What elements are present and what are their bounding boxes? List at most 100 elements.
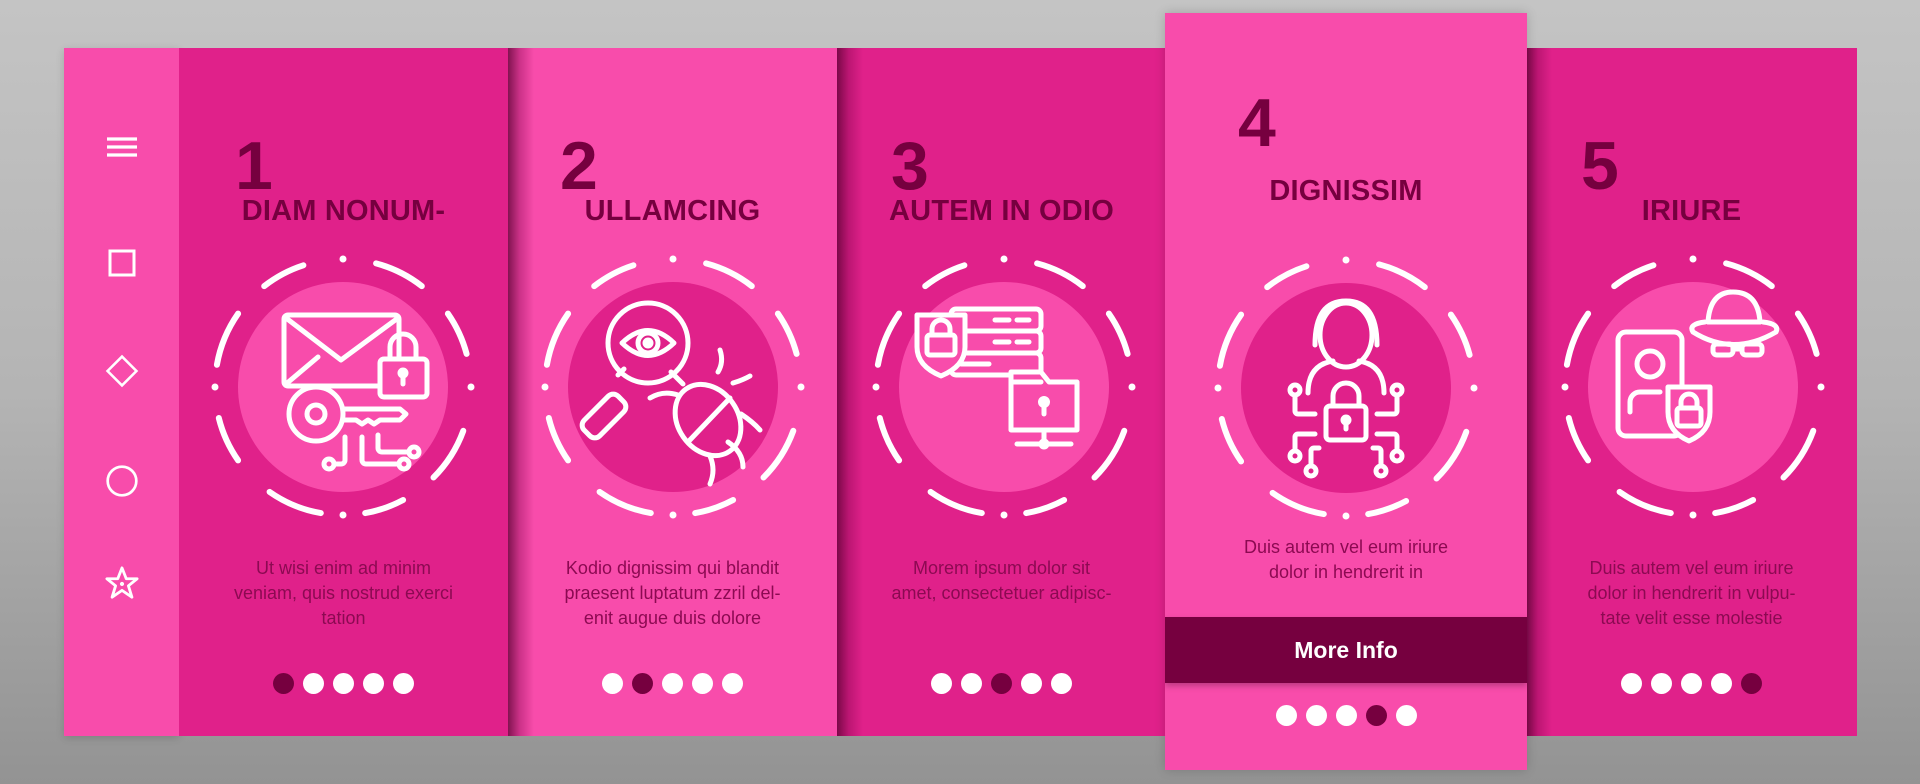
pagination-dot[interactable] <box>1711 673 1732 694</box>
pagination-dots <box>1526 673 1857 694</box>
ring-dash <box>215 415 242 464</box>
ring-dot <box>339 511 347 519</box>
ring-dot <box>1817 383 1825 391</box>
ring-dash <box>543 310 572 368</box>
pagination-dot[interactable] <box>333 673 354 694</box>
pagination-dot[interactable] <box>1275 705 1297 726</box>
circle-icon[interactable] <box>105 464 139 498</box>
description-line: praesent luptatum zzril del- <box>564 583 781 603</box>
ring-dash <box>703 260 755 290</box>
description-line: tate velit esse molestie <box>1600 608 1783 628</box>
pagination-dot[interactable] <box>692 673 713 694</box>
pagination-dot-active[interactable] <box>1741 673 1762 694</box>
pagination-dot[interactable] <box>1395 705 1417 726</box>
description-line: veniam, quis nostrud exerci <box>233 583 454 603</box>
ring-dash <box>1723 260 1775 290</box>
description-line: tation <box>321 608 366 628</box>
step-number: 3 <box>891 128 929 204</box>
diamond-icon[interactable] <box>105 354 139 388</box>
onboarding-screen-4: 4 DIGNISSIM Duis autem vel eum iriure do… <box>1165 13 1527 770</box>
pagination-dot[interactable] <box>1021 673 1042 694</box>
pagination-dot-active[interactable] <box>273 673 294 694</box>
pagination-dots <box>837 673 1166 694</box>
ring-dot <box>1000 255 1008 263</box>
pagination-dot[interactable] <box>1051 673 1072 694</box>
pagination-dot[interactable] <box>393 673 414 694</box>
pagination-dot[interactable] <box>722 673 743 694</box>
square-icon[interactable] <box>105 246 139 280</box>
pagination-dot[interactable] <box>1335 705 1357 726</box>
description-line: Ut wisi enim ad minim <box>255 558 432 578</box>
screen-title: AUTEM IN ODIO <box>889 195 1114 227</box>
ring-dash <box>1218 416 1245 465</box>
ring-dash <box>1091 427 1128 481</box>
ring-dash <box>430 427 467 481</box>
onboarding-screen-2: 2 ULLAMCING Kodio dignissim qui blandit … <box>508 48 837 736</box>
ring-dash <box>1611 262 1657 290</box>
ring-dash <box>1447 311 1473 358</box>
pagination-dot-active[interactable] <box>1365 705 1387 726</box>
ring-dash <box>922 262 968 290</box>
pagination-dot[interactable] <box>602 673 623 694</box>
description-line: Duis autem vel eum iriure <box>1243 537 1449 557</box>
more-info-button[interactable]: More Info <box>1165 617 1527 683</box>
star-icon[interactable] <box>104 566 139 600</box>
icon-ring <box>872 255 1136 519</box>
icon-ring <box>1214 256 1478 520</box>
description-line: Duis autem vel eum iriure <box>1589 558 1794 578</box>
pagination-dot[interactable] <box>662 673 683 694</box>
pagination-dot[interactable] <box>931 673 952 694</box>
pagination-dot[interactable] <box>1621 673 1642 694</box>
screen-title: DIGNISSIM <box>1269 175 1423 207</box>
pagination-dot[interactable] <box>1681 673 1702 694</box>
ring-dot <box>669 511 677 519</box>
onboarding-screen-1: 1 DIAM NONUM- Ut wisi enim ad minim veni… <box>179 48 508 736</box>
pagination-dot-active[interactable] <box>991 673 1012 694</box>
ring-dash <box>591 262 637 290</box>
ring-dot <box>1470 384 1478 392</box>
step-number: 2 <box>560 128 598 204</box>
icon-ring <box>1561 255 1825 519</box>
hamburger-menu-icon[interactable] <box>105 131 139 165</box>
pagination-dots <box>1165 705 1527 726</box>
ring-dash <box>373 260 425 290</box>
pagination-dot[interactable] <box>363 673 384 694</box>
ring-dash <box>692 497 737 517</box>
ring-dot <box>872 383 880 391</box>
pagination-dot[interactable] <box>1305 705 1327 726</box>
panel-edge-shadow <box>1526 48 1552 736</box>
pagination-dot[interactable] <box>961 673 982 694</box>
description-line: enit augue duis dolore <box>583 608 762 628</box>
ring-dash <box>545 415 572 464</box>
ring-dash <box>874 310 903 368</box>
step-number: 5 <box>1581 128 1619 204</box>
ring-dash <box>774 310 800 357</box>
step-number: 4 <box>1238 85 1276 161</box>
pagination-dot-active[interactable] <box>632 673 653 694</box>
ring-dot <box>1689 255 1697 263</box>
pagination-dot[interactable] <box>1651 673 1672 694</box>
ring-dash <box>1794 310 1820 357</box>
pagination-dots <box>508 673 837 694</box>
ring-dash <box>1269 489 1327 518</box>
ring-dot <box>467 383 475 391</box>
pagination-dot[interactable] <box>303 673 324 694</box>
icon-backdrop-circle <box>1241 283 1451 493</box>
panel-edge-shadow <box>837 48 863 736</box>
ring-dash <box>1712 497 1757 517</box>
icon-ring <box>541 255 805 519</box>
screen-title: DIAM NONUM- <box>241 195 446 227</box>
ring-dot <box>211 383 219 391</box>
ring-dot <box>541 383 549 391</box>
description-line: amet, consectetuer adipisc- <box>891 583 1112 603</box>
sidebar <box>64 48 179 736</box>
ring-dot <box>1342 256 1350 264</box>
ring-dash <box>596 488 654 517</box>
ring-dash <box>261 262 307 290</box>
ring-dot <box>1128 383 1136 391</box>
screen-description: Ut wisi enim ad minim veniam, quis nostr… <box>199 556 488 631</box>
step-number: 1 <box>235 128 273 204</box>
description-line: Morem ipsum dolor sit <box>912 558 1091 578</box>
ring-dash <box>1616 488 1674 517</box>
ring-dot <box>1214 384 1222 392</box>
